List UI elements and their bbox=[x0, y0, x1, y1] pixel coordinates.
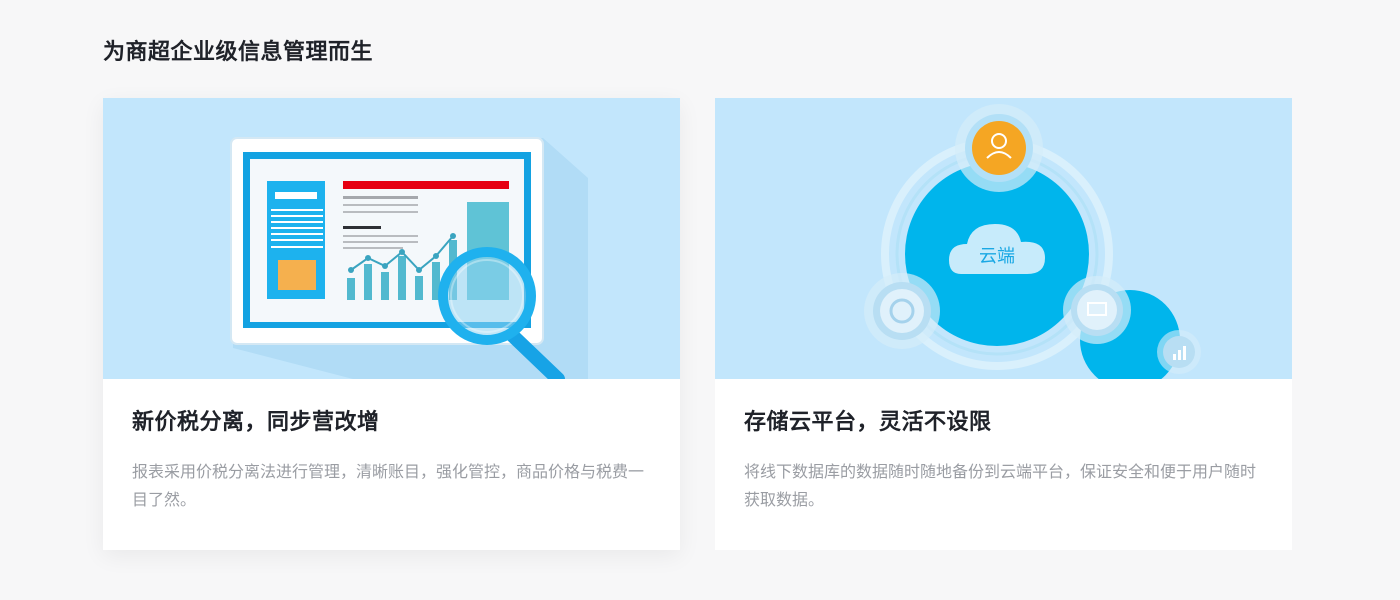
card-title: 存储云平台，灵活不设限 bbox=[744, 410, 992, 435]
card-description: 将线下数据库的数据随时随地备份到云端平台，保证安全和便于用户随时获取数据。 bbox=[744, 462, 1257, 509]
card-title: 新价税分离，同步营改增 bbox=[132, 410, 380, 435]
cloud-platform-illustration: 云端 bbox=[715, 98, 1292, 379]
card-description: 报表采用价税分离法进行管理，清晰账目，强化管控，商品价格与税费一目了然。 bbox=[132, 462, 645, 509]
feature-card-tax: 新价税分离，同步营改增 报表采用价税分离法进行管理，清晰账目，强化管控，商品价格… bbox=[103, 98, 680, 550]
cloud-label: 云端 bbox=[979, 246, 1015, 267]
page: 为商超企业级信息管理而生 新价税分离，同步营改增 报表采用价税分离法进行管理，清… bbox=[0, 0, 1400, 600]
feature-card-cloud: 云端 存储云平台，灵活不设限 将线下数据库的数据随时随地备份到云端平台，保证安全… bbox=[715, 98, 1292, 550]
report-magnifier-illustration bbox=[103, 98, 680, 379]
section-title: 为商超企业级信息管理而生 bbox=[103, 40, 374, 65]
